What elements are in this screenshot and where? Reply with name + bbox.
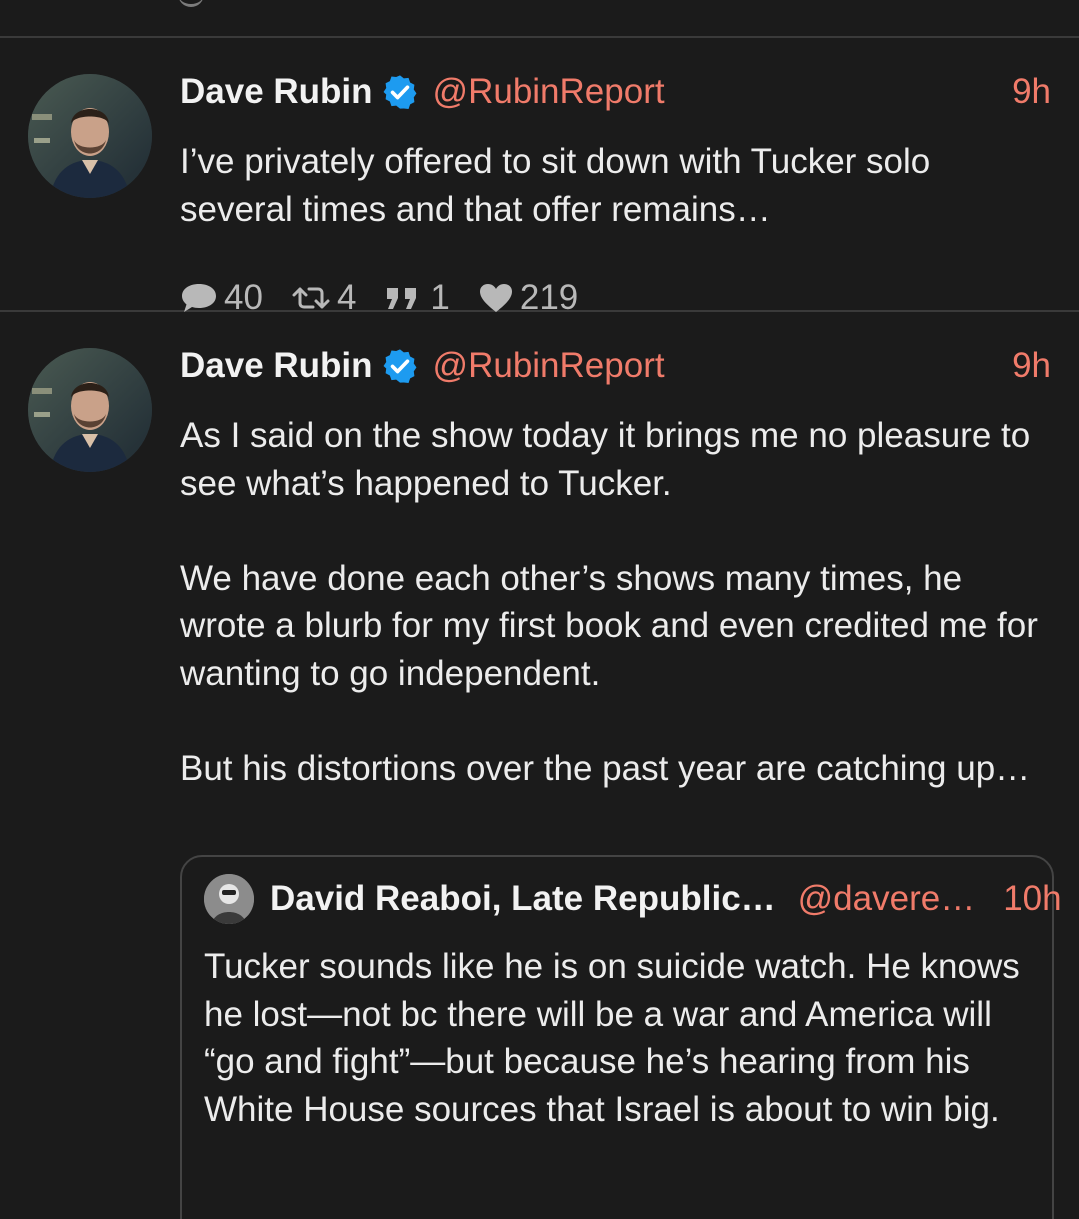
quoted-author-handle[interactable]: @davere… xyxy=(798,879,976,919)
verified-badge-icon xyxy=(383,349,417,383)
timeline-feed[interactable]: Dave Rubin @RubinReport 9h I’ve privatel… xyxy=(0,0,1079,1219)
quoted-tweet-card[interactable]: David Reaboi, Late Republic… @davere… 10… xyxy=(180,855,1062,1219)
tweet[interactable]: Dave Rubin @RubinReport 9h I’ve privatel… xyxy=(0,38,1079,317)
tweet-paragraph: I’ve privately offered to sit down with … xyxy=(180,142,931,229)
author-name[interactable]: Dave Rubin xyxy=(180,70,373,114)
author-handle[interactable]: @RubinReport xyxy=(433,70,665,114)
avatar[interactable] xyxy=(28,348,152,472)
retweet-icon xyxy=(292,287,330,309)
timestamp[interactable]: 9h xyxy=(1012,70,1051,114)
quoted-author-name[interactable]: David Reaboi, Late Republic… xyxy=(270,879,776,919)
previous-tweet-footer xyxy=(0,0,1079,38)
reply-icon xyxy=(182,284,216,312)
tweet-header: Dave Rubin @RubinReport 9h xyxy=(180,344,1051,388)
tweet-text[interactable]: As I said on the show today it brings me… xyxy=(180,412,1039,792)
tweet-header: Dave Rubin @RubinReport 9h xyxy=(180,70,1051,114)
author-handle[interactable]: @RubinReport xyxy=(433,344,665,388)
quoted-timestamp[interactable]: 10h xyxy=(1003,879,1061,919)
tweet-paragraph: But his distortions over the past year a… xyxy=(180,748,1031,788)
tweet-paragraph: As I said on the show today it brings me… xyxy=(180,416,1031,503)
heart-icon xyxy=(479,284,512,312)
quoted-author-avatar[interactable] xyxy=(204,874,254,924)
tweet-paragraph: We have done each other’s shows many tim… xyxy=(180,558,1038,693)
quoted-tweet-header: David Reaboi, Late Republic… @davere… 10… xyxy=(204,874,1062,924)
author-name[interactable]: Dave Rubin xyxy=(180,344,373,388)
avatar[interactable] xyxy=(28,74,152,198)
quoted-tweet-text: Tucker sounds like he is on suicide watc… xyxy=(204,947,1020,1129)
tweet-text[interactable]: I’ve privately offered to sit down with … xyxy=(180,138,1039,233)
verified-badge-icon xyxy=(383,75,417,109)
timestamp[interactable]: 9h xyxy=(1012,344,1051,388)
reply-icon[interactable] xyxy=(178,0,204,7)
tweet[interactable]: Dave Rubin @RubinReport 9h As I said on … xyxy=(0,312,1079,1219)
quote-icon xyxy=(387,288,417,309)
